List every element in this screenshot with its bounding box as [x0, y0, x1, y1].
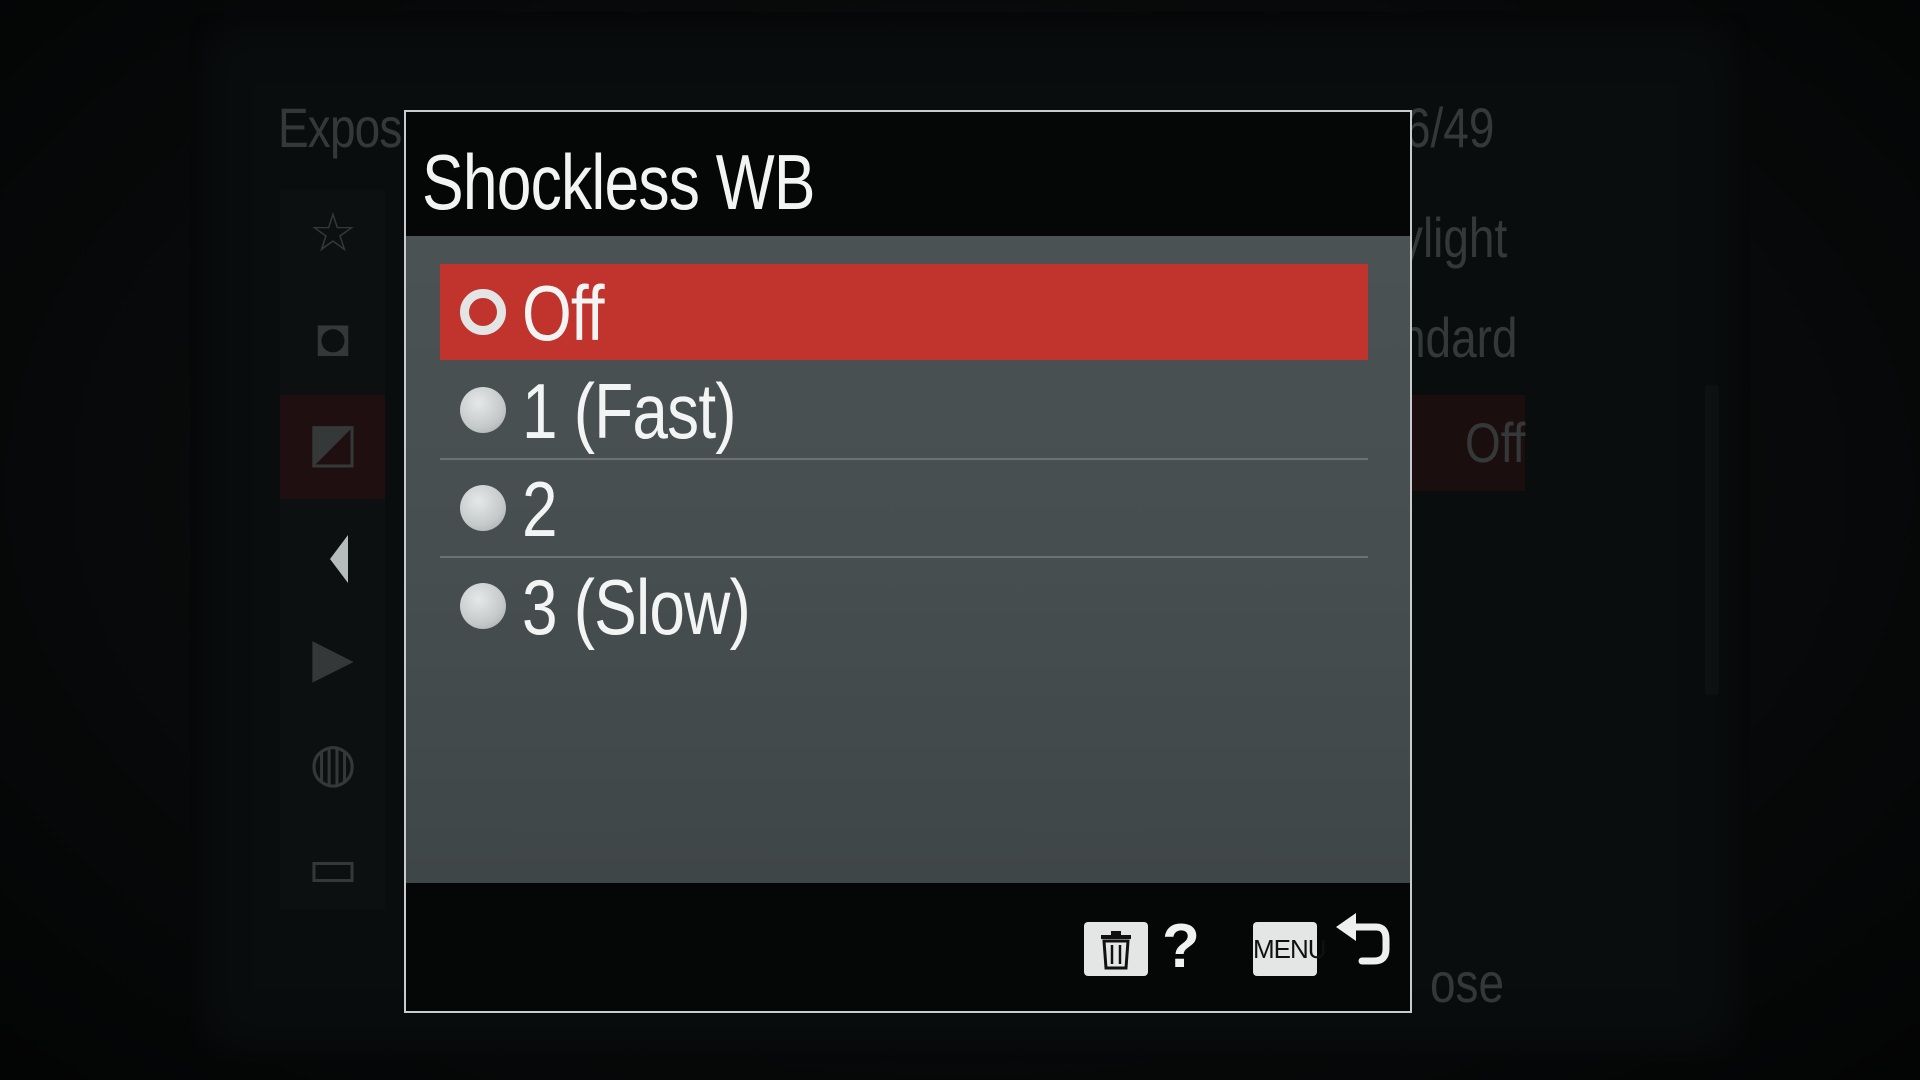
star-icon: ☆ [308, 203, 358, 263]
trash-key-button[interactable] [1084, 922, 1148, 976]
shockless-wb-dialog: Shockless WB Off 1 (Fast) 2 3 (Slow) ? M… [404, 110, 1412, 1013]
globe-icon: ◍ [309, 733, 357, 793]
background-value-3: Off [1465, 411, 1526, 474]
radio-unselected-icon [460, 387, 506, 433]
dialog-title: Shockless WB [422, 138, 815, 226]
left-arrow-icon[interactable] [330, 535, 348, 583]
dialog-footer: ? MENU [406, 883, 1410, 1011]
option-3-slow[interactable]: 3 (Slow) [440, 558, 1368, 654]
option-off[interactable]: Off [440, 264, 1368, 360]
option-label: 2 [522, 465, 558, 553]
option-list: Off 1 (Fast) 2 3 (Slow) [406, 236, 1410, 883]
exposure-icon: ◩ [307, 413, 359, 473]
radio-selected-icon [460, 289, 506, 335]
menu-key-button[interactable]: MENU [1253, 922, 1327, 976]
option-label: Off [522, 269, 604, 357]
option-1-fast[interactable]: 1 (Fast) [440, 362, 1368, 458]
background-value-1: ylight [1400, 206, 1508, 269]
background-footer-fragment: ose [1430, 951, 1505, 1014]
toolbox-icon: ▭ [307, 838, 359, 898]
option-2[interactable]: 2 [440, 460, 1368, 556]
option-label: 3 (Slow) [522, 563, 751, 651]
trash-icon [1101, 931, 1131, 970]
return-icon[interactable] [1332, 909, 1392, 979]
background-page-indicator: 6/49 [1405, 96, 1495, 159]
dialog-header: Shockless WB [406, 112, 1410, 236]
help-icon[interactable]: ? [1162, 911, 1200, 982]
radio-unselected-icon [460, 485, 506, 531]
option-label: 1 (Fast) [522, 367, 737, 455]
camera-icon: ◘ [316, 308, 350, 368]
play-icon: ▶ [312, 628, 354, 688]
radio-unselected-icon [460, 583, 506, 629]
background-menu-title: Expos [278, 96, 402, 159]
background-value-2: ndard [1400, 306, 1518, 369]
